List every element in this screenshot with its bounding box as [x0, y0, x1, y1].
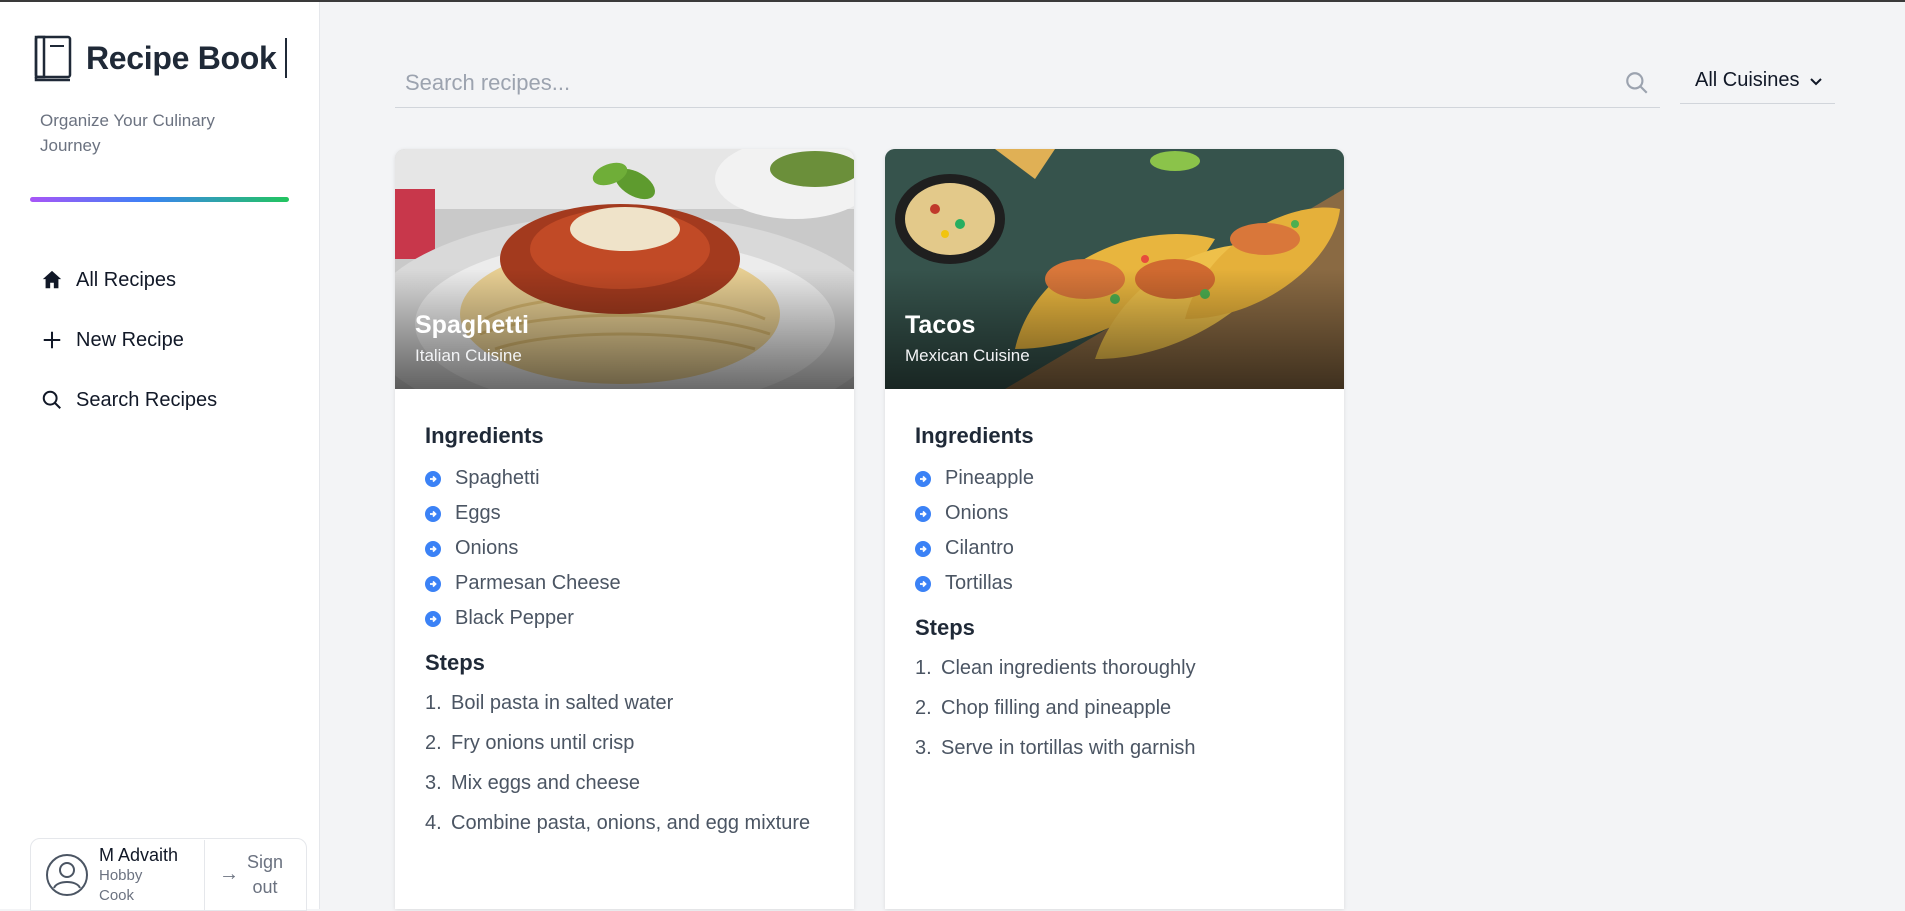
arrow-circle-icon [425, 610, 441, 627]
arrow-circle-icon [915, 470, 931, 487]
recipe-title: Tacos [905, 311, 976, 339]
nav-label: Search Recipes [76, 388, 218, 411]
ingredient-text: Onions [945, 502, 1009, 524]
recipe-image: Tacos Mexican Cuisine [885, 149, 1344, 389]
sign-out-button[interactable]: → Sign out [204, 839, 285, 910]
ingredient-text: Spaghetti [455, 467, 540, 489]
nav-item-all-recipes[interactable]: All Recipes [30, 250, 290, 310]
sidebar: Recipe Book Organize Your Culinary Journ… [0, 2, 320, 911]
step-number: 2. [425, 732, 442, 754]
nav-label: New Recipe [76, 328, 184, 351]
nav-item-search-recipes[interactable]: Search Recipes [30, 370, 290, 430]
recipe-card-spaghetti[interactable]: Spaghetti Italian Cuisine Ingredients Sp… [395, 149, 854, 909]
recipe-body: Ingredients Spaghetti Eggs Onions Parmes… [395, 389, 854, 838]
step-number: 3. [425, 772, 442, 794]
search-bar [395, 58, 1660, 108]
step-text: Combine pasta, onions, and egg mixture [451, 812, 811, 834]
ingredient-text: Onions [455, 537, 519, 559]
arrow-circle-icon [915, 540, 931, 557]
recipe-cuisine: Mexican Cuisine [905, 346, 1030, 365]
step-item: 1. Clean ingredients thoroughly [915, 653, 1314, 683]
ingredients-heading: Ingredients [915, 423, 1034, 448]
step-item: 1. Boil pasta in salted water [425, 688, 824, 718]
cuisine-filter-dropdown[interactable]: All Cuisines [1680, 58, 1835, 104]
step-item: 3. Mix eggs and cheese [425, 768, 824, 798]
search-icon [40, 388, 64, 412]
ingredient-text: Tortillas [945, 572, 1013, 594]
step-number: 3. [915, 737, 932, 759]
ingredient-item: Spaghetti [425, 461, 824, 496]
step-number: 1. [425, 692, 442, 714]
user-card: M Advaith Hobby Cook → Sign out [30, 838, 307, 911]
nav-item-new-recipe[interactable]: New Recipe [30, 310, 290, 370]
arrow-circle-icon [425, 470, 441, 487]
arrow-circle-icon [425, 540, 441, 557]
brand[interactable]: Recipe Book [32, 34, 287, 82]
sign-out-label: Sign out [246, 851, 284, 897]
ingredient-item: Onions [425, 531, 824, 566]
recipe-cuisine: Italian Cuisine [415, 346, 522, 365]
ingredient-text: Black Pepper [455, 607, 574, 629]
ingredient-text: Pineapple [945, 467, 1034, 489]
text-cursor [284, 38, 287, 78]
search-input[interactable] [395, 58, 1624, 107]
step-item: 4. Combine pasta, onions, and egg mixture [425, 808, 824, 838]
search-icon[interactable] [1624, 70, 1650, 96]
step-text: Mix eggs and cheese [451, 772, 641, 794]
step-item: 2. Fry onions until crisp [425, 728, 824, 758]
step-text: Boil pasta in salted water [451, 692, 674, 714]
step-number: 4. [425, 812, 442, 834]
ingredient-item: Black Pepper [425, 601, 824, 636]
ingredient-item: Tortillas [915, 566, 1314, 601]
user-name: M Advaith [99, 844, 179, 865]
recipe-title: Spaghetti [415, 311, 529, 339]
cuisine-filter-value: All Cuisines [1695, 69, 1800, 91]
ingredient-text: Cilantro [945, 537, 1014, 559]
ingredient-item: Eggs [425, 496, 824, 531]
step-item: 3. Serve in tortillas with garnish [915, 733, 1314, 763]
ingredient-item: Onions [915, 496, 1314, 531]
arrow-right-icon: → [219, 863, 239, 885]
app-title: Recipe Book [86, 39, 277, 76]
plus-icon [40, 328, 64, 352]
arrow-circle-icon [915, 505, 931, 522]
ingredient-text: Eggs [455, 502, 501, 524]
ingredients-list: Spaghetti Eggs Onions Parmesan Cheese Bl… [425, 461, 824, 636]
ingredient-item: Cilantro [915, 531, 1314, 566]
step-text: Clean ingredients thoroughly [941, 657, 1196, 679]
nav-label: All Recipes [76, 268, 177, 291]
step-number: 2. [915, 697, 932, 719]
arrow-circle-icon [425, 505, 441, 522]
recipe-body: Ingredients Pineapple Onions Cilantro To… [885, 389, 1344, 763]
avatar-icon[interactable] [45, 853, 89, 897]
recipe-card-tacos[interactable]: Tacos Mexican Cuisine Ingredients Pineap… [885, 149, 1344, 909]
ingredients-heading: Ingredients [425, 423, 544, 448]
gradient-divider [30, 197, 289, 202]
arrow-circle-icon [425, 575, 441, 592]
step-item: 2. Chop filling and pineapple [915, 693, 1314, 723]
steps-heading: Steps [425, 650, 485, 675]
step-number: 1. [915, 657, 932, 679]
user-role: Hobby Cook [99, 866, 143, 904]
step-text: Chop filling and pineapple [941, 697, 1172, 719]
step-text: Fry onions until crisp [451, 732, 635, 754]
book-icon [34, 35, 72, 82]
arrow-circle-icon [915, 575, 931, 592]
sidebar-nav: All Recipes New Recipe Search Recipes [30, 250, 290, 430]
ingredient-text: Parmesan Cheese [455, 572, 621, 594]
ingredient-item: Pineapple [915, 461, 1314, 496]
home-icon [40, 268, 64, 292]
steps-heading: Steps [915, 615, 975, 640]
chevron-down-icon [1810, 77, 1823, 85]
step-text: Serve in tortillas with garnish [941, 737, 1196, 759]
ingredient-item: Parmesan Cheese [425, 566, 824, 601]
tagline: Organize Your Culinary Journey [40, 111, 215, 155]
ingredients-list: Pineapple Onions Cilantro Tortillas [915, 461, 1314, 601]
recipe-image: Spaghetti Italian Cuisine [395, 149, 854, 389]
user-info: M Advaith Hobby Cook [99, 844, 204, 906]
